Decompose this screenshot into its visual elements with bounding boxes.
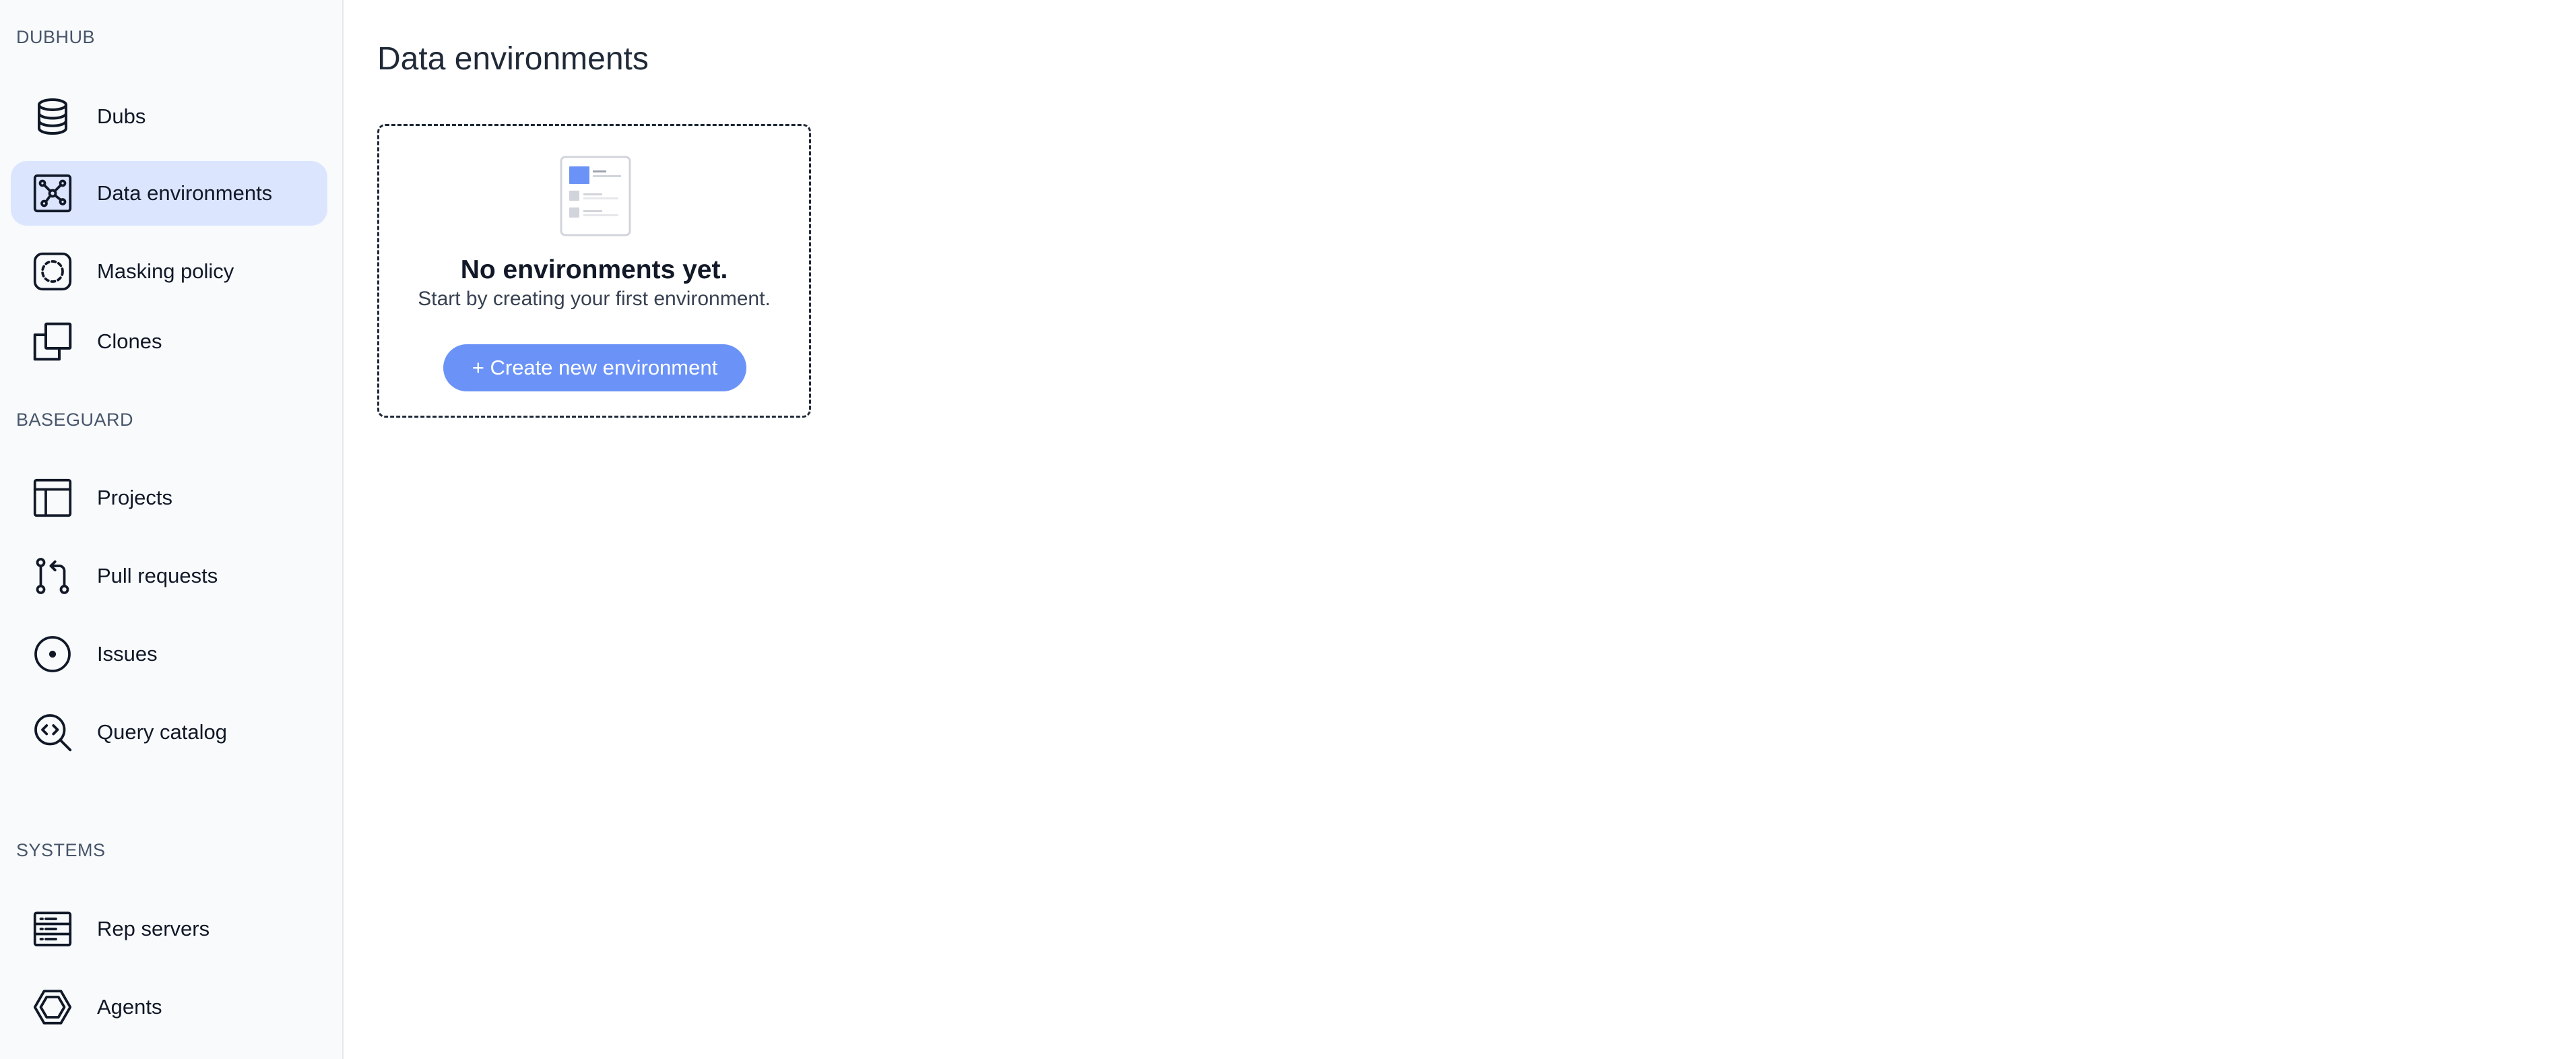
create-environment-button[interactable]: + Create new environment <box>443 344 746 391</box>
sidebar-item-label: Dubs <box>97 104 146 128</box>
section-label-systems: SYSTEMS <box>16 840 106 860</box>
sidebar-item-label: Data environments <box>97 181 273 205</box>
sidebar: DUBHUB Dubs Data environments Masking po… <box>0 0 344 1059</box>
hexagon-icon <box>31 986 74 1029</box>
network-icon <box>31 172 74 215</box>
page-title: Data environments <box>377 41 649 77</box>
sidebar-item-query-catalog[interactable]: Query catalog <box>11 700 327 765</box>
sidebar-item-pull-requests[interactable]: Pull requests <box>11 544 327 608</box>
section-label-dubhub: DUBHUB <box>16 27 96 47</box>
sidebar-item-label: Rep servers <box>97 917 210 940</box>
clone-icon <box>31 320 74 363</box>
sidebar-item-label: Pull requests <box>97 564 218 587</box>
sidebar-item-issues[interactable]: Issues <box>11 622 327 686</box>
code-search-icon <box>31 711 74 754</box>
empty-state-card: No environments yet. Start by creating y… <box>377 124 811 418</box>
sidebar-item-label: Projects <box>97 486 172 509</box>
empty-state-subtitle: Start by creating your first environment… <box>418 288 771 310</box>
sidebar-item-label: Query catalog <box>97 720 227 744</box>
sidebar-item-label: Masking policy <box>97 259 234 283</box>
main-content: Data environments No environments yet. S <box>344 0 2576 1059</box>
section-label-baseguard: BASEGUARD <box>16 410 134 430</box>
app-root: DUBHUB Dubs Data environments Masking po… <box>0 0 2576 1059</box>
issue-icon <box>31 633 74 676</box>
sidebar-item-masking-policy[interactable]: Masking policy <box>11 239 327 304</box>
masking-icon <box>31 250 74 293</box>
sidebar-item-label: Clones <box>97 329 162 353</box>
sidebar-item-dubs[interactable]: Dubs <box>11 84 327 149</box>
sidebar-item-data-environments[interactable]: Data environments <box>11 161 327 226</box>
sidebar-item-label: Issues <box>97 642 158 666</box>
pull-request-icon <box>31 554 74 598</box>
sidebar-item-agents[interactable]: Agents <box>11 975 327 1039</box>
document-placeholder-icon <box>560 156 631 236</box>
sidebar-item-projects[interactable]: Projects <box>11 466 327 530</box>
database-icon <box>31 95 74 138</box>
server-icon <box>31 907 74 951</box>
layout-icon <box>31 476 74 519</box>
sidebar-item-label: Agents <box>97 995 162 1019</box>
empty-state-title: No environments yet. <box>460 255 728 284</box>
sidebar-item-rep-servers[interactable]: Rep servers <box>11 897 327 961</box>
sidebar-item-clones[interactable]: Clones <box>11 309 327 374</box>
